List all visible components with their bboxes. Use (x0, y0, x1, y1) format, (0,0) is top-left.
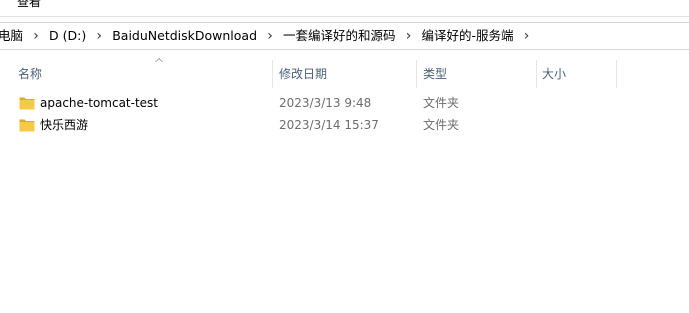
column-divider[interactable] (536, 60, 537, 88)
file-list: apache-tomcat-test 2023/3/13 9:48 文件夹 快乐… (0, 92, 689, 136)
file-name: apache-tomcat-test (40, 96, 159, 110)
column-type[interactable]: 类型 (423, 56, 536, 90)
ribbon-bar: 查看 (0, 0, 689, 17)
column-header: 名称 修改日期 类型 大小 (0, 56, 689, 90)
breadcrumb: 电脑 D (D:) BaiduNetdiskDownload 一套编译好的和源码… (0, 23, 538, 49)
file-modified: 2023/3/13 9:48 (279, 96, 372, 110)
column-divider[interactable] (616, 60, 617, 88)
breadcrumb-this-pc[interactable]: 电脑 (0, 23, 25, 49)
column-divider[interactable] (272, 60, 273, 88)
list-item[interactable]: 快乐西游 2023/3/14 15:37 文件夹 (0, 114, 689, 136)
column-name-label: 名称 (18, 66, 43, 81)
folder-icon (19, 97, 35, 110)
breadcrumb-source-folder[interactable]: 一套编译好的和源码 (281, 23, 398, 49)
breadcrumb-baidunetdiskdownload[interactable]: BaiduNetdiskDownload (110, 23, 259, 49)
column-type-label: 类型 (423, 66, 448, 81)
file-explorer-window: 查看 电脑 D (D:) BaiduNetdiskDownload 一套编译好的… (0, 0, 689, 313)
sort-up-icon (155, 58, 163, 62)
column-modified-label: 修改日期 (279, 66, 328, 81)
chevron-right-icon[interactable] (516, 23, 538, 50)
chevron-right-icon[interactable] (259, 23, 281, 50)
column-divider[interactable] (416, 60, 417, 88)
address-bar[interactable]: 电脑 D (D:) BaiduNetdiskDownload 一套编译好的和源码… (0, 22, 689, 50)
chevron-right-icon[interactable] (88, 23, 110, 50)
column-modified[interactable]: 修改日期 (279, 56, 416, 90)
breadcrumb-drive-d[interactable]: D (D:) (47, 23, 88, 49)
breadcrumb-server-folder[interactable]: 编译好的-服务端 (420, 23, 516, 49)
column-size-label: 大小 (542, 66, 567, 81)
file-type: 文件夹 (423, 118, 460, 132)
column-size[interactable]: 大小 (542, 56, 616, 90)
file-name: 快乐西游 (40, 118, 89, 132)
file-type: 文件夹 (423, 96, 460, 110)
ribbon-view-tab[interactable]: 查看 (17, 0, 41, 9)
chevron-right-icon[interactable] (25, 23, 47, 50)
column-name[interactable]: 名称 (18, 56, 272, 90)
folder-icon (19, 119, 35, 132)
file-modified: 2023/3/14 15:37 (279, 118, 379, 132)
chevron-right-icon[interactable] (398, 23, 420, 50)
list-item[interactable]: apache-tomcat-test 2023/3/13 9:48 文件夹 (0, 92, 689, 114)
